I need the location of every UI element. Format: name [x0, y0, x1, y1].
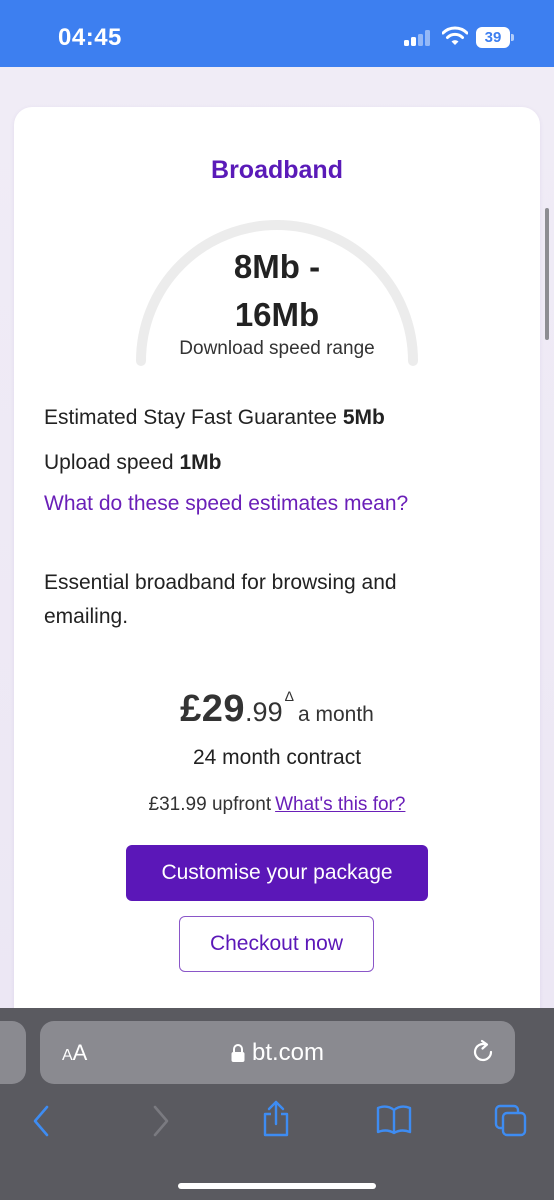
- monthly-price: £29.99Δa month: [0, 688, 554, 731]
- price-period: a month: [297, 703, 374, 726]
- upfront-amount: £31.99 upfront: [148, 794, 272, 815]
- upload-speed-label: Upload speed: [44, 451, 174, 474]
- stay-fast-label: Estimated Stay Fast Guarantee: [44, 406, 337, 429]
- product-description: Essential broadband for browsing and ema…: [44, 571, 397, 628]
- page-settings-button[interactable]: AA: [62, 1040, 87, 1066]
- price-whole: £29: [180, 688, 246, 730]
- speed-estimates-link[interactable]: What do these speed estimates mean?: [44, 492, 408, 516]
- forward-icon[interactable]: [150, 1104, 172, 1138]
- contract-length: 24 month contract: [192, 746, 362, 769]
- download-speed-range: 8Mb - 16Mb: [0, 243, 554, 339]
- status-time: 04:45: [58, 24, 122, 51]
- back-icon[interactable]: [30, 1104, 52, 1138]
- previous-tab-peek[interactable]: [0, 1021, 26, 1084]
- battery-icon: 39: [476, 27, 514, 48]
- price-pence: .99: [245, 697, 283, 727]
- upfront-info-link[interactable]: What's this for?: [275, 794, 405, 815]
- product-title: Broadband: [211, 156, 343, 184]
- address-bar[interactable]: AA bt.com: [40, 1021, 515, 1084]
- url-text[interactable]: bt.com: [252, 1039, 324, 1067]
- upfront-cost: £31.99 upfront What's this for?: [0, 794, 554, 816]
- signal-icon: [404, 30, 432, 46]
- checkout-now-button[interactable]: Checkout now: [179, 916, 374, 972]
- speed-range-line-1: 8Mb -: [233, 248, 321, 285]
- wifi-icon: [442, 26, 468, 45]
- upload-speed-value: 1Mb: [179, 451, 222, 474]
- upload-speed: Upload speed 1Mb: [44, 451, 221, 475]
- speed-range-caption: Download speed range: [179, 338, 375, 359]
- home-indicator: [178, 1183, 376, 1189]
- bookmarks-icon[interactable]: [376, 1104, 412, 1136]
- speed-range-line-2: 16Mb: [234, 296, 320, 333]
- lock-icon: [231, 1044, 245, 1062]
- customise-package-button[interactable]: Customise your package: [126, 845, 428, 901]
- battery-level: 39: [476, 27, 510, 48]
- status-bar: 04:45 39: [0, 0, 554, 67]
- stay-fast-guarantee: Estimated Stay Fast Guarantee 5Mb: [44, 406, 385, 430]
- tabs-icon[interactable]: [494, 1104, 528, 1138]
- share-icon[interactable]: [260, 1100, 292, 1138]
- reload-icon[interactable]: [470, 1039, 496, 1065]
- stay-fast-value: 5Mb: [342, 406, 385, 429]
- price-footnote-mark: Δ: [284, 688, 294, 704]
